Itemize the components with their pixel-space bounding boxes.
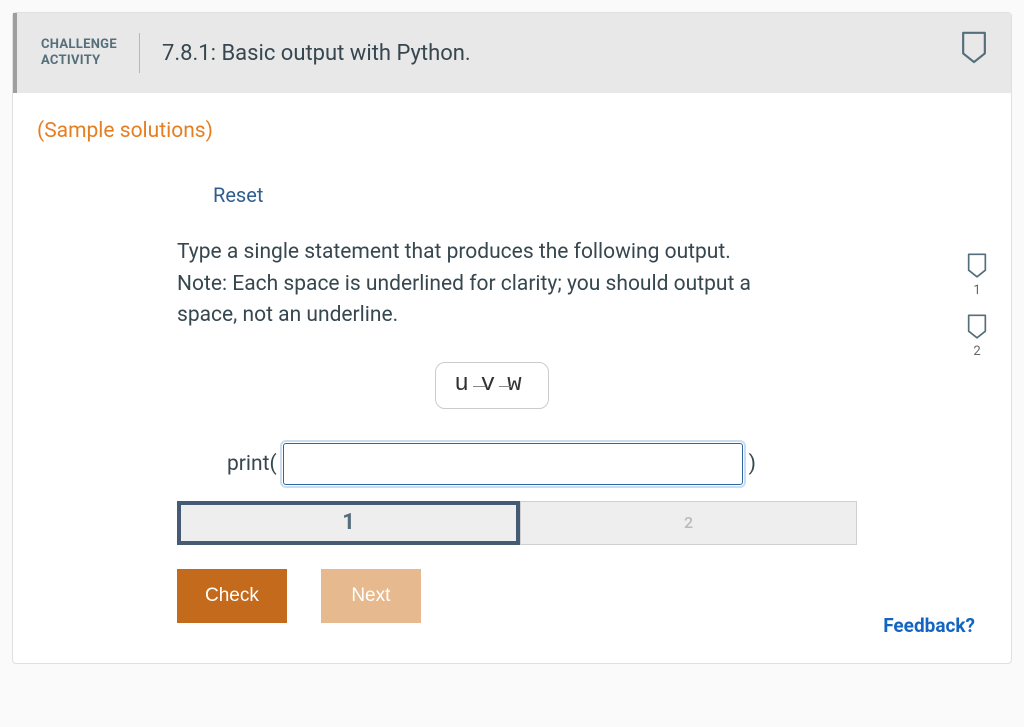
instruction-text: Type a single statement that produces th… [177, 237, 807, 332]
activity-badge: CHALLENGE ACTIVITY [41, 37, 117, 70]
step-label: 2 [684, 513, 693, 532]
challenge-card: CHALLENGE ACTIVITY 7.8.1: Basic output w… [12, 12, 1012, 664]
card-body: (Sample solutions) 1 2 Reset Type a sing… [13, 93, 1011, 663]
code-suffix: ) [749, 452, 756, 476]
question-nav-label: 1 [973, 283, 980, 298]
output-char: w [507, 371, 529, 398]
card-header: CHALLENGE ACTIVITY 7.8.1: Basic output w… [13, 13, 1011, 93]
question-nav-label: 2 [973, 344, 980, 359]
action-buttons: Check Next [177, 569, 807, 623]
code-prefix: print( [227, 452, 277, 476]
underline-space [473, 386, 485, 387]
question-nav: 1 2 [967, 253, 987, 359]
step-label: 1 [342, 510, 355, 535]
question-nav-item-1[interactable]: 1 [967, 253, 987, 298]
output-char: u [454, 371, 476, 398]
badge-line-1: CHALLENGE [41, 37, 117, 53]
reset-link[interactable]: Reset [213, 183, 263, 207]
step-indicator: 1 2 [177, 501, 857, 545]
bookmark-icon [967, 253, 987, 279]
code-entry-line: print( ) [227, 443, 807, 485]
feedback-link[interactable]: Feedback? [883, 614, 975, 637]
step-2[interactable]: 2 [520, 501, 857, 545]
code-input[interactable] [283, 443, 743, 485]
activity-title: 7.8.1: Basic output with Python. [162, 41, 471, 66]
expected-output-box: uvw [435, 362, 548, 409]
header-divider [139, 33, 140, 73]
expected-output-wrap: uvw [177, 362, 807, 409]
underline-space [499, 386, 511, 387]
bookmark-icon [967, 314, 987, 340]
bookmark-button[interactable] [961, 31, 987, 65]
content-area: Reset Type a single statement that produ… [37, 183, 987, 623]
sample-solutions-link[interactable]: (Sample solutions) [37, 119, 213, 143]
question-nav-item-2[interactable]: 2 [967, 314, 987, 359]
badge-line-2: ACTIVITY [41, 53, 117, 69]
next-button[interactable]: Next [321, 569, 421, 623]
check-button[interactable]: Check [177, 569, 287, 623]
output-char: v [481, 371, 503, 398]
bookmark-icon [961, 31, 987, 65]
step-1[interactable]: 1 [177, 501, 520, 545]
